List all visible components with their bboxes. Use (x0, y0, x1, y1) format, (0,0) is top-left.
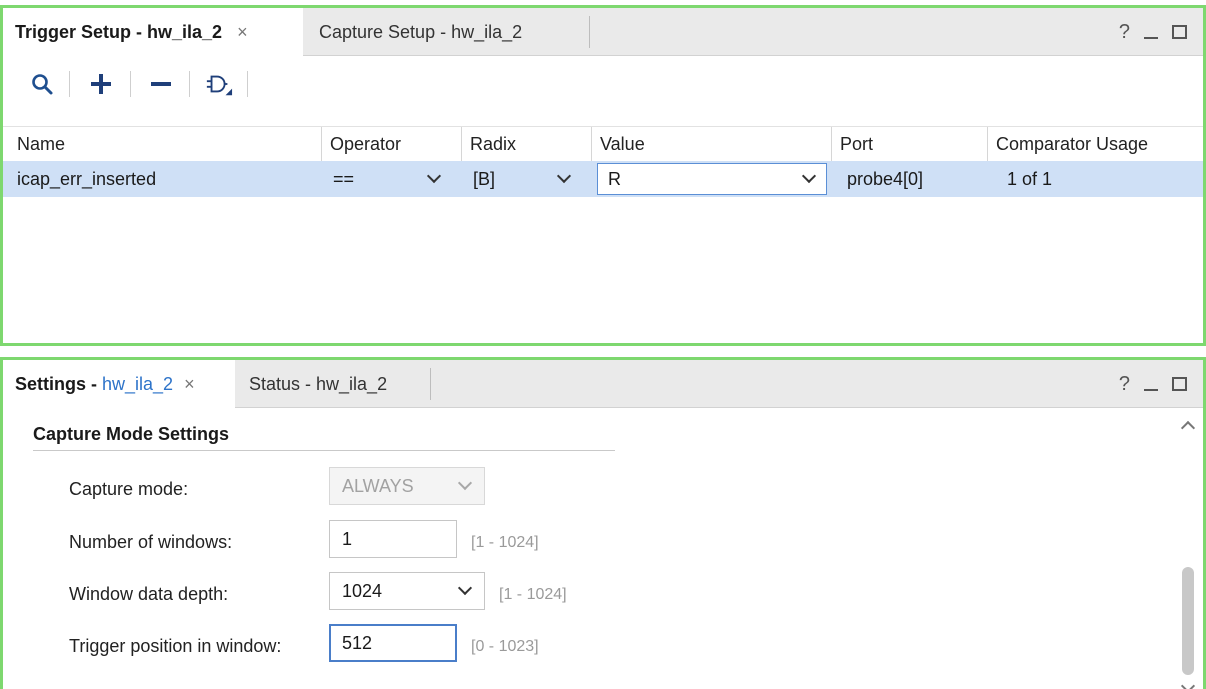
help-icon[interactable]: ? (1119, 374, 1130, 394)
operator-select[interactable]: == (325, 161, 451, 197)
gate-icon[interactable] (205, 70, 233, 98)
chevron-down-icon (457, 580, 473, 596)
port-cell: probe4[0] (847, 169, 924, 189)
maximize-icon[interactable] (1172, 25, 1187, 39)
scroll-down-icon[interactable] (1180, 678, 1196, 689)
capture-mode-label: Capture mode: (69, 479, 189, 499)
search-icon[interactable] (28, 70, 56, 98)
tab-separator (589, 16, 590, 48)
probe-name-cell[interactable]: icap_err_inserted (3, 161, 321, 197)
toolbar-separator (189, 71, 190, 97)
help-icon[interactable]: ? (1119, 22, 1130, 42)
chevron-down-icon (556, 168, 572, 184)
chevron-down-icon (426, 168, 442, 184)
tab-separator (430, 368, 431, 400)
trigger-setup-panel: Trigger Setup - hw_ila_2 × Capture Setup… (0, 5, 1206, 346)
tab-settings-label-device: hw_ila_2 (102, 374, 174, 394)
trigger-position-label: Trigger position in window: (69, 636, 282, 656)
trigger-grid-header: Name Operator Radix Value Port Comparato… (3, 126, 1203, 161)
settings-panel: Settings - hw_ila_2 × Status - hw_ila_2 … (0, 357, 1206, 689)
scroll-up-icon[interactable] (1180, 420, 1196, 436)
trigger-toolbar (3, 57, 1203, 111)
add-icon[interactable] (87, 70, 115, 98)
column-header-comparator-usage[interactable]: Comparator Usage (987, 127, 1203, 161)
toolbar-separator (247, 71, 248, 97)
tab-trigger-setup-label: Trigger Setup - hw_ila_2 (15, 22, 223, 42)
trigger-position-input[interactable]: 512 (329, 624, 457, 662)
capture-mode-select: ALWAYS (329, 467, 485, 505)
comparator-usage-cell: 1 of 1 (1007, 169, 1053, 189)
maximize-icon[interactable] (1172, 377, 1187, 391)
tab-capture-setup[interactable]: Capture Setup - hw_ila_2 (307, 8, 534, 56)
chevron-down-icon (801, 168, 817, 184)
window-depth-range: [1 - 1024] (499, 586, 567, 603)
section-divider (33, 450, 615, 451)
column-header-radix[interactable]: Radix (461, 127, 591, 161)
toolbar-separator (69, 71, 70, 97)
window-depth-value: 1024 (342, 581, 383, 601)
section-title: Capture Mode Settings (33, 424, 230, 444)
window-controls: ? (1119, 360, 1187, 408)
num-windows-label: Number of windows: (69, 532, 233, 552)
radix-value: [B] (473, 169, 496, 189)
minimize-icon[interactable] (1144, 37, 1158, 39)
minimize-icon[interactable] (1144, 389, 1158, 391)
scrollbar-thumb[interactable] (1182, 567, 1194, 675)
window-depth-label: Window data depth: (69, 584, 229, 604)
tab-status[interactable]: Status - hw_ila_2 (237, 360, 399, 408)
column-header-operator[interactable]: Operator (321, 127, 461, 161)
trigger-tabbar: Trigger Setup - hw_ila_2 × Capture Setup… (3, 8, 1203, 57)
num-windows-range: [1 - 1024] (471, 534, 539, 551)
tab-capture-setup-label: Capture Setup - hw_ila_2 (319, 22, 523, 42)
num-windows-input[interactable]: 1 (329, 520, 457, 558)
capture-mode-value: ALWAYS (342, 476, 414, 496)
value-text: R (608, 168, 621, 189)
trigger-position-range: [0 - 1023] (471, 638, 539, 655)
settings-tabbar: Settings - hw_ila_2 × Status - hw_ila_2 … (3, 360, 1203, 409)
tab-status-label: Status - hw_ila_2 (249, 374, 388, 394)
tab-settings[interactable]: Settings - hw_ila_2 × (3, 360, 235, 409)
column-header-name[interactable]: Name (3, 127, 321, 161)
window-depth-select[interactable]: 1024 (329, 572, 485, 610)
value-select[interactable]: R (597, 163, 827, 195)
vertical-scrollbar[interactable] (1173, 409, 1203, 689)
table-row[interactable]: icap_err_inserted == [B] R probe4[0] 1 o… (3, 161, 1203, 197)
toolbar-separator (130, 71, 131, 97)
column-header-port[interactable]: Port (831, 127, 987, 161)
tab-settings-label-prefix: Settings - (15, 374, 103, 394)
operator-value: == (333, 169, 355, 189)
chevron-down-icon (457, 475, 473, 491)
radix-select[interactable]: [B] (465, 161, 581, 197)
close-icon[interactable]: × (237, 22, 248, 42)
column-header-value[interactable]: Value (591, 127, 831, 161)
tab-trigger-setup[interactable]: Trigger Setup - hw_ila_2 × (3, 8, 303, 57)
close-icon[interactable]: × (184, 374, 195, 394)
remove-icon[interactable] (147, 70, 175, 98)
window-controls: ? (1119, 8, 1187, 56)
